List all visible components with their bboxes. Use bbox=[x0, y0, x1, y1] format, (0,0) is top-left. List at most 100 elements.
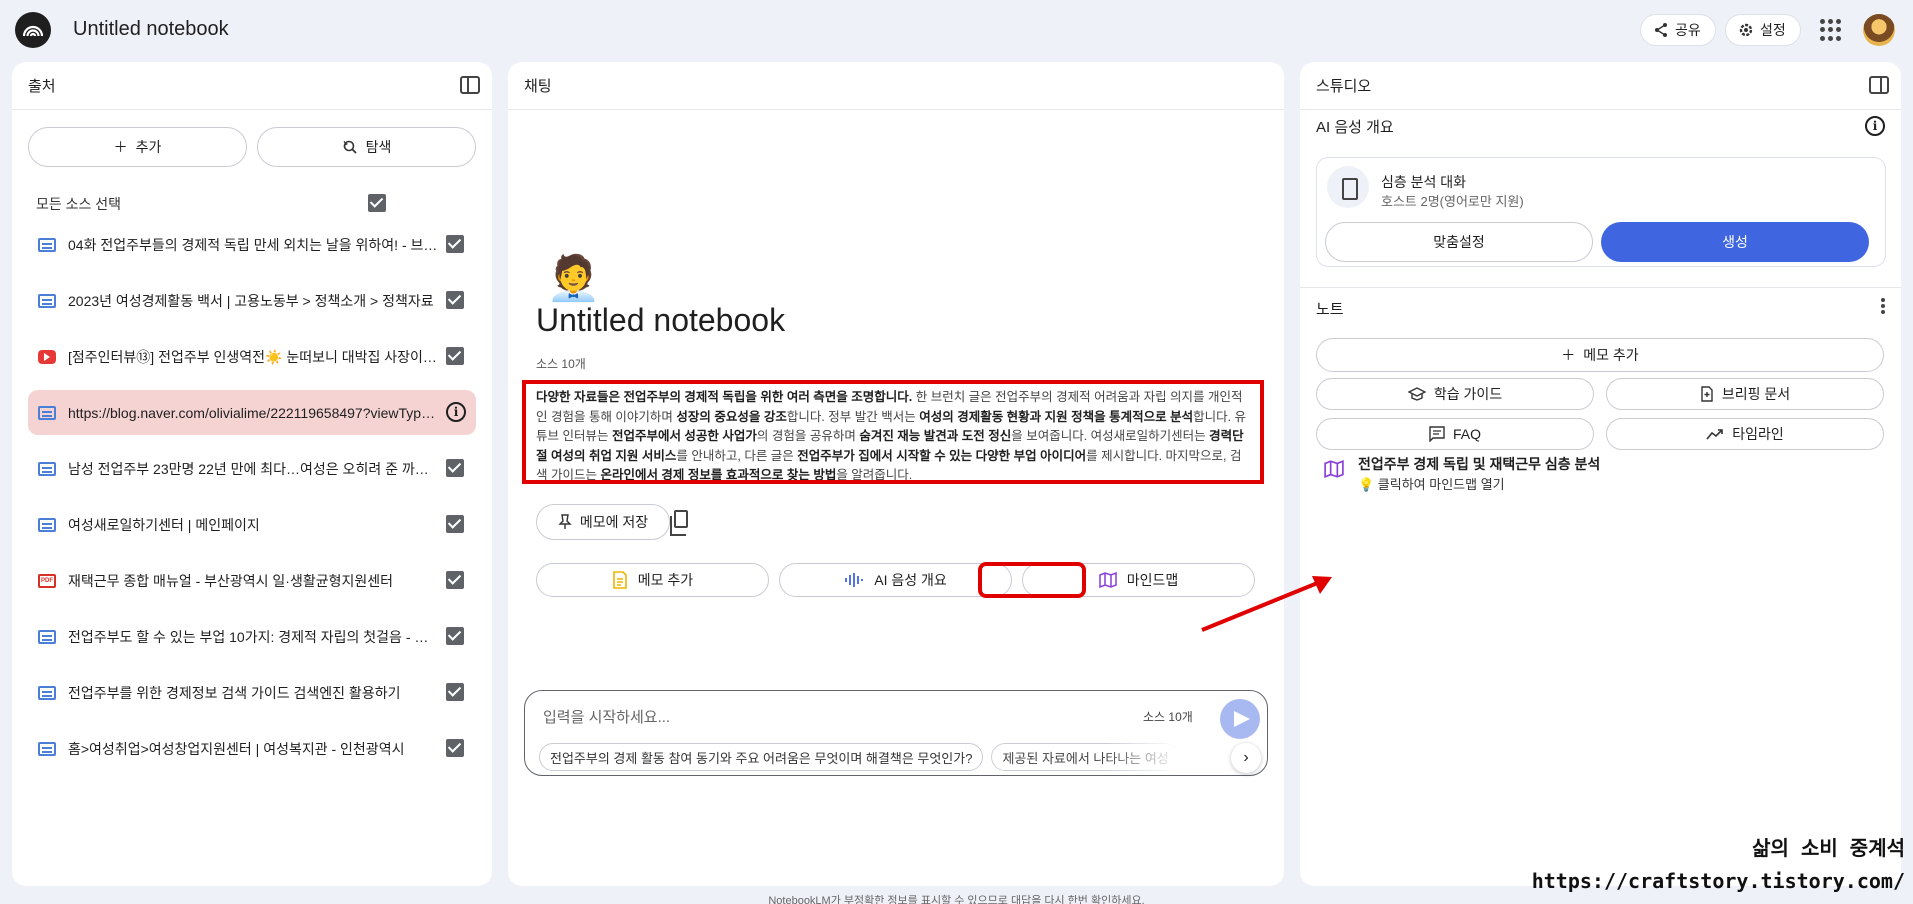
notebook-emoji: 🧑‍💼 bbox=[546, 254, 601, 303]
summary-bold-text: 전업주부에서 성공한 사업가 bbox=[611, 429, 757, 443]
watermark: 삶의 소비 중계석 https://craftstory.tistory.com… bbox=[1532, 832, 1905, 893]
chat-panel: 채팅 🧑‍💼 Untitled notebook 소스 10개 다양한 자료들은… bbox=[508, 62, 1284, 886]
timeline-button[interactable]: 타임라인 bbox=[1606, 418, 1884, 450]
save-to-memo-button[interactable]: 메모에 저장 bbox=[536, 504, 670, 540]
youtube-icon bbox=[38, 349, 56, 364]
note-icon bbox=[612, 571, 627, 589]
studio-title: 스튜디오 bbox=[1316, 78, 1372, 95]
notebook-heading: Untitled notebook bbox=[536, 302, 786, 338]
source-label: 04화 전업주부들의 경제적 독립 만세 외치는 날을 위하여! - 브런치 bbox=[68, 236, 438, 253]
briefing-doc-button[interactable]: 브리핑 문서 bbox=[1606, 378, 1884, 410]
sources-header: 출처 bbox=[12, 62, 492, 110]
settings-button[interactable]: 설정 bbox=[1725, 14, 1801, 46]
source-checkbox[interactable] bbox=[446, 347, 464, 365]
faq-label: FAQ bbox=[1452, 426, 1481, 442]
disclaimer: NotebookLM가 부정확한 정보를 표시할 수 있으므로 대답을 다시 한… bbox=[768, 895, 1145, 904]
audio-section-label: AI 음성 개요 bbox=[1316, 119, 1394, 136]
trend-icon bbox=[1706, 429, 1724, 440]
source-item[interactable]: 전업주부를 위한 경제정보 검색 가이드 검색엔진 활용하기 bbox=[28, 670, 476, 715]
source-checkbox[interactable] bbox=[446, 627, 464, 645]
chat-title: 채팅 bbox=[524, 78, 552, 95]
select-all-checkbox[interactable] bbox=[368, 194, 386, 212]
generate-button[interactable]: 생성 bbox=[1601, 222, 1869, 262]
source-item[interactable]: 04화 전업주부들의 경제적 독립 만세 외치는 날을 위하여! - 브런치 bbox=[28, 222, 476, 267]
input-source-count: 소스 10개 bbox=[1143, 710, 1193, 724]
suggestion-chip[interactable]: 제공된 자료에서 나타나는 여성 bbox=[991, 743, 1180, 771]
search-sparkle-icon bbox=[343, 140, 357, 154]
more-vert-icon[interactable] bbox=[1881, 298, 1885, 314]
study-guide-button[interactable]: 학습 가이드 bbox=[1316, 378, 1594, 410]
mindmap-highlight-box bbox=[978, 562, 1086, 598]
info-icon[interactable]: i bbox=[1865, 116, 1885, 136]
source-item[interactable]: 전업주부도 할 수 있는 부업 10가지: 경제적 자립의 첫걸음 - 일상 bbox=[28, 614, 476, 659]
source-item[interactable]: 홈>여성취업>여성창업지원센터 | 여성복지관 - 인천광역시 bbox=[28, 726, 476, 771]
faq-button[interactable]: FAQ bbox=[1316, 418, 1594, 450]
share-icon bbox=[1655, 23, 1667, 37]
suggestion-chip[interactable]: 전업주부의 경제 활동 참여 동기와 주요 어려움은 무엇이며 해결책은 무엇인… bbox=[539, 743, 984, 771]
explore-button[interactable]: 탐색 bbox=[257, 127, 476, 167]
chevron-right-icon[interactable]: › bbox=[1231, 743, 1261, 773]
document-icon bbox=[1701, 386, 1713, 402]
source-item[interactable]: PDF 재택근무 종합 매뉴얼 - 부산광역시 일·생활균형지원센터 bbox=[28, 558, 476, 603]
source-checkbox[interactable] bbox=[446, 571, 464, 589]
graduation-cap-icon bbox=[1407, 387, 1426, 401]
summary-bold-text: 숨겨진 재능 발견과 도전 정신 bbox=[859, 429, 1012, 443]
pin-icon bbox=[558, 514, 572, 529]
collapse-panel-icon[interactable] bbox=[1869, 76, 1889, 94]
add-source-button[interactable]: ＋ 추가 bbox=[28, 127, 247, 167]
sources-title: 출처 bbox=[28, 78, 56, 95]
source-item[interactable]: 남성 전업주부 23만명 22년 만에 최다…여성은 오히려 준 까닭 - 중앙… bbox=[28, 446, 476, 491]
web-page-icon bbox=[38, 741, 56, 756]
map-icon bbox=[1324, 460, 1344, 478]
collapse-panel-icon[interactable] bbox=[460, 76, 480, 94]
summary-text: 을 알려줍니다. bbox=[836, 468, 913, 482]
source-item[interactable]: 여성새로일하기센터 | 메인페이지 bbox=[28, 502, 476, 547]
source-checkbox[interactable] bbox=[446, 459, 464, 477]
summary-bold-text: 전업주부가 집에서 시작할 수 있는 다양한 부업 아이디어 bbox=[797, 448, 1087, 463]
send-button[interactable] bbox=[1220, 699, 1260, 739]
source-item[interactable]: 2023년 여성경제활동 백서 | 고용노동부 > 정책소개 > 정책자료 bbox=[28, 278, 476, 323]
add-note-button[interactable]: ＋ 메모 추가 bbox=[1316, 338, 1884, 372]
source-checkbox[interactable] bbox=[446, 235, 464, 253]
avatar[interactable] bbox=[1863, 14, 1895, 46]
notebooklm-logo-icon[interactable] bbox=[15, 12, 51, 48]
source-item[interactable]: [점주인터뷰⑬] 전업주부 인생역전☀️ 눈떠보니 대박집 사장이 되었다 bbox=[28, 334, 476, 379]
apps-grid-icon[interactable] bbox=[1820, 19, 1842, 41]
source-label: 여성새로일하기센터 | 메인페이지 bbox=[68, 516, 260, 533]
mindmap-note-subtitle: 💡 클릭하여 마인드맵 열기 bbox=[1358, 477, 1505, 492]
source-checkbox[interactable] bbox=[446, 683, 464, 701]
source-label: [점주인터뷰⑬] 전업주부 인생역전☀️ 눈떠보니 대박집 사장이 되었다 bbox=[68, 348, 438, 365]
plus-icon: ＋ bbox=[1561, 347, 1576, 363]
watermark-url: https://craftstory.tistory.com/ bbox=[1531, 869, 1905, 893]
briefing-label: 브리핑 문서 bbox=[1721, 386, 1791, 402]
suggestion-chips: 전업주부의 경제 활동 참여 동기와 주요 어려움은 무엇이며 해결책은 무엇인… bbox=[539, 743, 1219, 771]
notebook-title[interactable]: Untitled notebook bbox=[73, 18, 229, 41]
web-page-icon bbox=[38, 237, 56, 252]
map-icon bbox=[1098, 572, 1117, 588]
source-item-selected[interactable]: https://blog.naver.com/olivialime/222119… bbox=[28, 390, 476, 435]
add-memo-button[interactable]: 메모 추가 bbox=[536, 563, 769, 597]
customize-button[interactable]: 맞춤설정 bbox=[1325, 222, 1593, 262]
summary-text: 을 보여줍니다. 여성새로일하기센터는 bbox=[1011, 429, 1210, 443]
web-page-icon bbox=[38, 405, 56, 420]
info-icon[interactable]: i bbox=[446, 402, 466, 422]
copy-icon[interactable] bbox=[670, 510, 688, 536]
web-page-icon bbox=[38, 461, 56, 476]
save-memo-label: 메모에 저장 bbox=[579, 514, 649, 530]
web-page-icon bbox=[38, 293, 56, 308]
source-checkbox[interactable] bbox=[446, 739, 464, 757]
add-source-label: 추가 bbox=[135, 139, 162, 155]
gear-icon bbox=[1739, 23, 1753, 37]
notebook-summary: 다양한 자료들은 전업주부의 경제적 독립을 위한 여러 측면을 조명합니다. … bbox=[522, 380, 1264, 484]
audio-overview-card: 심층 분석 대화 호스트 2명(영어로만 지원) 맞춤설정 생성 bbox=[1316, 157, 1886, 267]
source-label: 전업주부를 위한 경제정보 검색 가이드 검색엔진 활용하기 bbox=[68, 684, 401, 701]
notes-label: 노트 bbox=[1316, 301, 1344, 318]
source-label: 재택근무 종합 매뉴얼 - 부산광역시 일·생활균형지원센터 bbox=[68, 572, 394, 589]
source-checkbox[interactable] bbox=[446, 291, 464, 309]
chat-input[interactable] bbox=[543, 703, 1103, 731]
share-button[interactable]: 공유 bbox=[1640, 14, 1716, 46]
top-bar: Untitled notebook 공유 설정 bbox=[0, 0, 1913, 60]
web-page-icon bbox=[38, 685, 56, 700]
source-checkbox[interactable] bbox=[446, 515, 464, 533]
sources-panel: 출처 ＋ 추가 탐색 모든 소스 선택 04화 전업주부들의 경제적 독립 만세… bbox=[12, 62, 492, 886]
